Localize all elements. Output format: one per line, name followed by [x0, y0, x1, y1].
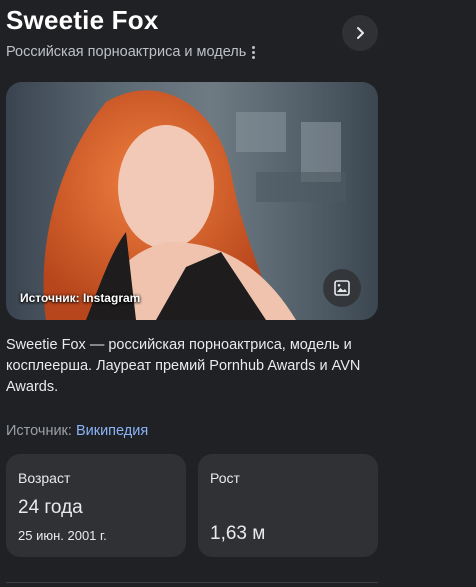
fact-value-height: 1,63 м [210, 523, 266, 544]
photo-caption: Источник: Instagram [20, 291, 141, 305]
source-label: Источник: [6, 423, 72, 439]
fact-card-age[interactable]: Возраст 24 года 25 июн. 2001 г. [6, 454, 186, 557]
photo-placeholder [43, 90, 346, 320]
entity-description: Sweetie Fox — российская порноактриса, м… [6, 337, 361, 395]
fact-label-age: Возраст [18, 470, 71, 486]
description-source: Источник: Википедия [6, 423, 148, 439]
entity-subtitle: Российская порноактриса и модель [6, 44, 247, 60]
chevron-right-icon [357, 27, 364, 39]
fact-value-age: 24 года [18, 497, 83, 518]
next-button[interactable] [342, 15, 378, 51]
image-icon [334, 280, 350, 296]
source-link[interactable]: Википедия [76, 423, 148, 439]
view-image-button[interactable] [323, 269, 361, 307]
fact-label-height: Рост [210, 470, 240, 486]
fact-detail-birthdate: 25 июн. 2001 г. [18, 528, 107, 543]
more-vert-icon [251, 45, 255, 49]
section-divider [6, 582, 378, 583]
entity-title: Sweetie Fox [6, 5, 159, 35]
more-options-button[interactable] [246, 42, 260, 62]
entity-photo[interactable]: Источник: Instagram [6, 82, 378, 320]
fact-card-height[interactable]: Рост 1,63 м [198, 454, 378, 557]
